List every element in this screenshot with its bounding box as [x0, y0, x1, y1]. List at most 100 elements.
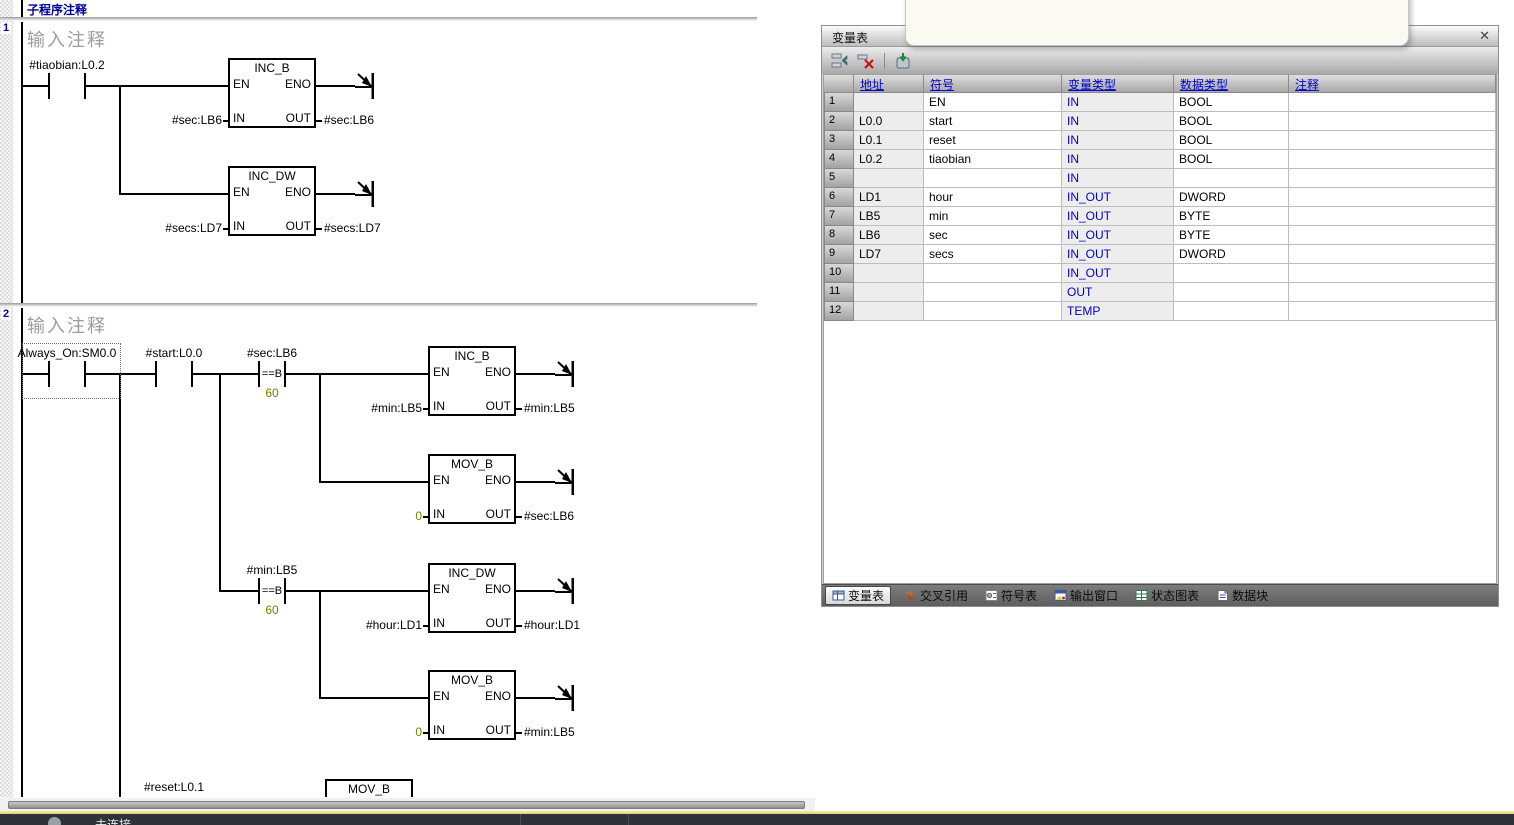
table-header-cell[interactable]: 数据类型: [1174, 75, 1289, 93]
contact-bar[interactable]: [155, 361, 157, 387]
data-type-cell[interactable]: DWORD: [1174, 245, 1289, 264]
address-cell[interactable]: [854, 264, 924, 283]
data-type-cell[interactable]: [1174, 302, 1289, 321]
var-type-cell[interactable]: IN_OUT: [1062, 226, 1174, 245]
program-comment[interactable]: 子程序注释: [27, 1, 87, 18]
comment-cell[interactable]: [1289, 131, 1496, 150]
data-type-cell[interactable]: [1174, 169, 1289, 188]
view-tab-数据块[interactable]: 数据块: [1212, 586, 1272, 605]
var-type-cell[interactable]: IN_OUT: [1062, 188, 1174, 207]
var-type-cell[interactable]: IN: [1062, 150, 1174, 169]
row-number-cell[interactable]: 8: [824, 226, 854, 245]
instruction-box[interactable]: INC_DWENENOINOUT: [228, 166, 316, 236]
view-tab-交叉引用[interactable]: 交叉引用: [900, 586, 972, 605]
export-button[interactable]: [893, 51, 913, 71]
comment-cell[interactable]: [1289, 150, 1496, 169]
compare-operator[interactable]: ==B: [259, 368, 285, 381]
var-type-cell[interactable]: IN_OUT: [1062, 207, 1174, 226]
ladder-editor-pane[interactable]: 子程序注释 1 输入注释 2 输入注释 #tiaobian:L0.2Always…: [0, 0, 815, 797]
data-type-cell[interactable]: BOOL: [1174, 131, 1289, 150]
comment-cell[interactable]: [1289, 207, 1496, 226]
table-header-cell[interactable]: 符号: [924, 75, 1062, 93]
data-type-cell[interactable]: BYTE: [1174, 207, 1289, 226]
address-cell[interactable]: LD1: [854, 188, 924, 207]
data-type-cell[interactable]: BYTE: [1174, 226, 1289, 245]
var-type-cell[interactable]: OUT: [1062, 283, 1174, 302]
address-cell[interactable]: [854, 169, 924, 188]
comment-cell[interactable]: [1289, 169, 1496, 188]
address-cell[interactable]: L0.0: [854, 112, 924, 131]
compare-operand[interactable]: #sec:LB6: [222, 346, 322, 360]
address-cell[interactable]: LB6: [854, 226, 924, 245]
address-cell[interactable]: LD7: [854, 245, 924, 264]
row-number-cell[interactable]: 2: [824, 112, 854, 131]
symbol-cell[interactable]: hour: [924, 188, 1062, 207]
var-type-cell[interactable]: IN_OUT: [1062, 264, 1174, 283]
output-operand-label[interactable]: #min:LB5: [524, 725, 634, 739]
contact-label[interactable]: #tiaobian:L0.2: [17, 58, 117, 72]
output-operand-label[interactable]: #secs:LD7: [324, 221, 434, 235]
insert-row-button[interactable]: [830, 51, 850, 71]
address-cell[interactable]: [854, 283, 924, 302]
instruction-box[interactable]: MOV_BENENOINOUT: [325, 779, 413, 797]
data-type-cell[interactable]: BOOL: [1174, 112, 1289, 131]
input-operand-label[interactable]: 0: [326, 509, 422, 523]
network-comment[interactable]: 输入注释: [27, 312, 107, 338]
address-cell[interactable]: [854, 93, 924, 112]
comment-cell[interactable]: [1289, 226, 1496, 245]
row-number-cell[interactable]: 3: [824, 131, 854, 150]
comment-cell[interactable]: [1289, 112, 1496, 131]
view-tab-状态图表[interactable]: 状态图表: [1131, 586, 1203, 605]
comment-cell[interactable]: [1289, 302, 1496, 321]
address-cell[interactable]: [854, 302, 924, 321]
symbol-cell[interactable]: [924, 302, 1062, 321]
row-number-cell[interactable]: 6: [824, 188, 854, 207]
output-operand-label[interactable]: #sec:LB6: [524, 509, 634, 523]
data-type-cell[interactable]: BOOL: [1174, 150, 1289, 169]
data-type-cell[interactable]: [1174, 264, 1289, 283]
row-number-cell[interactable]: 12: [824, 302, 854, 321]
row-number-cell[interactable]: 7: [824, 207, 854, 226]
delete-row-button[interactable]: [856, 51, 876, 71]
address-cell[interactable]: L0.2: [854, 150, 924, 169]
view-tab-变量表[interactable]: 变量表: [825, 586, 891, 605]
symbol-cell[interactable]: tiaobian: [924, 150, 1062, 169]
var-type-cell[interactable]: IN: [1062, 112, 1174, 131]
row-number-cell[interactable]: 5: [824, 169, 854, 188]
input-operand-label[interactable]: #min:LB5: [326, 401, 422, 415]
comment-cell[interactable]: [1289, 188, 1496, 207]
output-operand-label[interactable]: #hour:LD1: [524, 618, 634, 632]
contact-bar[interactable]: [48, 73, 50, 99]
input-operand-label[interactable]: #sec:LB6: [126, 113, 222, 127]
symbol-cell[interactable]: EN: [924, 93, 1062, 112]
symbol-cell[interactable]: sec: [924, 226, 1062, 245]
address-cell[interactable]: LB5: [854, 207, 924, 226]
view-tab-输出窗口[interactable]: 输出窗口: [1050, 586, 1122, 605]
symbol-cell[interactable]: [924, 264, 1062, 283]
var-type-cell[interactable]: IN: [1062, 131, 1174, 150]
output-operand-label[interactable]: #sec:LB6: [324, 113, 434, 127]
input-operand-label[interactable]: 0: [326, 725, 422, 739]
instruction-box[interactable]: INC_DWENENOINOUT: [428, 563, 516, 633]
contact-bar[interactable]: [84, 361, 86, 387]
compare-value[interactable]: 60: [222, 386, 322, 400]
row-number-cell[interactable]: 4: [824, 150, 854, 169]
instruction-box[interactable]: MOV_BENENOINOUT: [428, 670, 516, 740]
data-type-cell[interactable]: BOOL: [1174, 93, 1289, 112]
output-operand-label[interactable]: #min:LB5: [524, 401, 634, 415]
instruction-box[interactable]: INC_BENENOINOUT: [428, 346, 516, 416]
comment-cell[interactable]: [1289, 283, 1496, 302]
row-number-cell[interactable]: 11: [824, 283, 854, 302]
contact-label[interactable]: Always_On:SM0.0: [17, 346, 117, 360]
input-operand-label[interactable]: #secs:LD7: [126, 221, 222, 235]
symbol-cell[interactable]: [924, 283, 1062, 302]
symbol-cell[interactable]: min: [924, 207, 1062, 226]
symbol-cell[interactable]: [924, 169, 1062, 188]
contact-bar[interactable]: [48, 361, 50, 387]
data-type-cell[interactable]: [1174, 283, 1289, 302]
contact-label[interactable]: #reset:L0.1: [124, 780, 224, 794]
row-number-cell[interactable]: 10: [824, 264, 854, 283]
var-type-cell[interactable]: IN: [1062, 93, 1174, 112]
instruction-box[interactable]: INC_BENENOINOUT: [228, 58, 316, 128]
input-operand-label[interactable]: #hour:LD1: [326, 618, 422, 632]
